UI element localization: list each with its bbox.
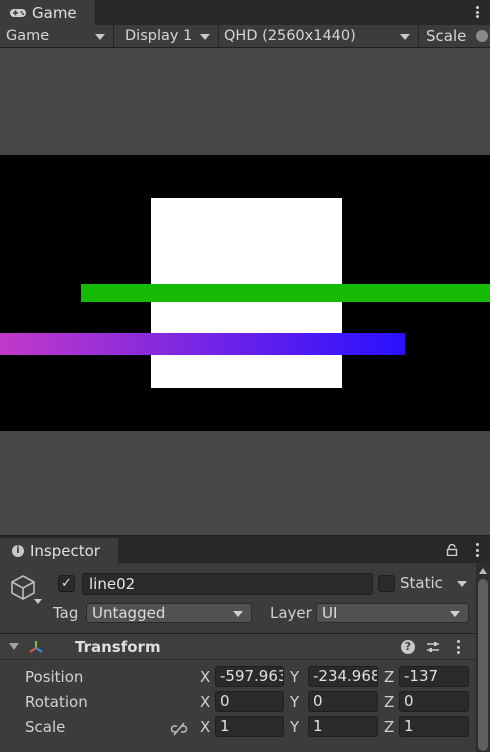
position-y-field[interactable]: -234.968 [308,666,378,687]
resolution-dropdown[interactable]: QHD (2560x1440) [219,25,419,47]
scale-label: Scale [25,718,66,736]
lock-icon[interactable] [446,543,458,557]
inspector-tab-bar: i Inspector [0,535,490,564]
cube-icon[interactable] [9,573,37,601]
layer-dropdown[interactable]: UI [316,603,469,623]
position-label: Position [25,668,84,686]
transform-title: Transform [75,638,161,656]
scroll-up-arrow-icon[interactable] [479,568,487,574]
transform-axes-icon [28,639,44,655]
chevron-down-icon [400,34,410,40]
scale-label: Scale [426,27,467,45]
inspector-body: ✓ line02 Static Tag Untagged Layer UI Tr… [0,563,476,752]
active-checkbox[interactable]: ✓ [58,575,75,592]
rotation-x-axis-label[interactable]: X [200,693,210,711]
rotation-z-field[interactable]: 0 [399,691,469,712]
rotation-label: Rotation [25,693,88,711]
fold-arrow-icon[interactable] [9,643,19,650]
game-view [0,48,490,535]
tab-inspector[interactable]: i Inspector [0,538,118,564]
scale-slider-handle[interactable] [476,30,488,42]
game-toolbar: Game Display 1 QHD (2560x1440) Scale [0,25,490,48]
rotation-y-field[interactable]: 0 [308,691,378,712]
chevron-down-icon [450,611,460,617]
gradient-line [0,333,405,355]
rotation-x-field[interactable]: 0 [215,691,284,712]
chevron-down-icon [95,34,105,40]
resolution-value: QHD (2560x1440) [224,28,356,44]
scrollbar-thumb[interactable] [478,579,488,751]
transform-component-header[interactable]: Transform ? [0,634,476,660]
position-z-field[interactable]: -137 [399,666,469,687]
kebab-menu-icon[interactable] [455,640,461,654]
position-x-field[interactable]: -597.963 [215,666,284,687]
scale-y-axis-label[interactable]: Y [290,718,299,736]
static-label: Static [400,574,443,592]
tag-value: Untagged [92,604,166,622]
rotation-z-axis-label[interactable]: Z [384,693,394,711]
display-dropdown[interactable]: Display 1 [114,25,219,47]
position-z-axis-label[interactable]: Z [384,668,394,686]
gamepad-icon [9,7,27,19]
position-x-axis-label[interactable]: X [200,668,210,686]
kebab-menu-icon[interactable] [473,4,481,20]
chevron-down-icon [200,34,210,40]
tab-inspector-label: Inspector [30,542,100,560]
inspector-scrollbar[interactable] [476,563,490,752]
kebab-menu-icon[interactable] [473,543,481,557]
chevron-down-icon[interactable] [34,599,42,604]
tab-game-label: Game [32,3,77,22]
info-icon: i [12,545,24,557]
scale-x-axis-label[interactable]: X [200,718,210,736]
object-name-field[interactable]: line02 [82,573,373,595]
scale-z-field[interactable]: 1 [399,716,469,737]
help-icon[interactable]: ? [401,640,415,654]
rotation-y-axis-label[interactable]: Y [290,693,299,711]
game-canvas[interactable] [0,155,490,431]
checkmark-icon: ✓ [61,576,72,591]
scale-z-axis-label[interactable]: Z [384,718,394,736]
tab-game[interactable]: Game [0,0,96,25]
layer-label: Layer [270,604,312,622]
green-line [81,284,490,302]
tag-dropdown[interactable]: Untagged [86,603,252,623]
view-mode-dropdown[interactable]: Game [0,25,114,47]
chevron-down-icon[interactable] [457,581,467,587]
game-tab-bar: Game [0,0,490,25]
chevron-down-icon [233,611,243,617]
position-y-axis-label[interactable]: Y [290,668,299,686]
preset-icon[interactable] [425,639,441,655]
layer-value: UI [322,604,338,622]
display-value: Display 1 [125,28,193,44]
static-checkbox[interactable] [378,575,395,592]
view-mode-value: Game [6,28,50,44]
tag-label: Tag [53,604,79,622]
scale-y-field[interactable]: 1 [308,716,378,737]
scale-x-field[interactable]: 1 [215,716,284,737]
unlink-icon[interactable] [170,722,188,736]
